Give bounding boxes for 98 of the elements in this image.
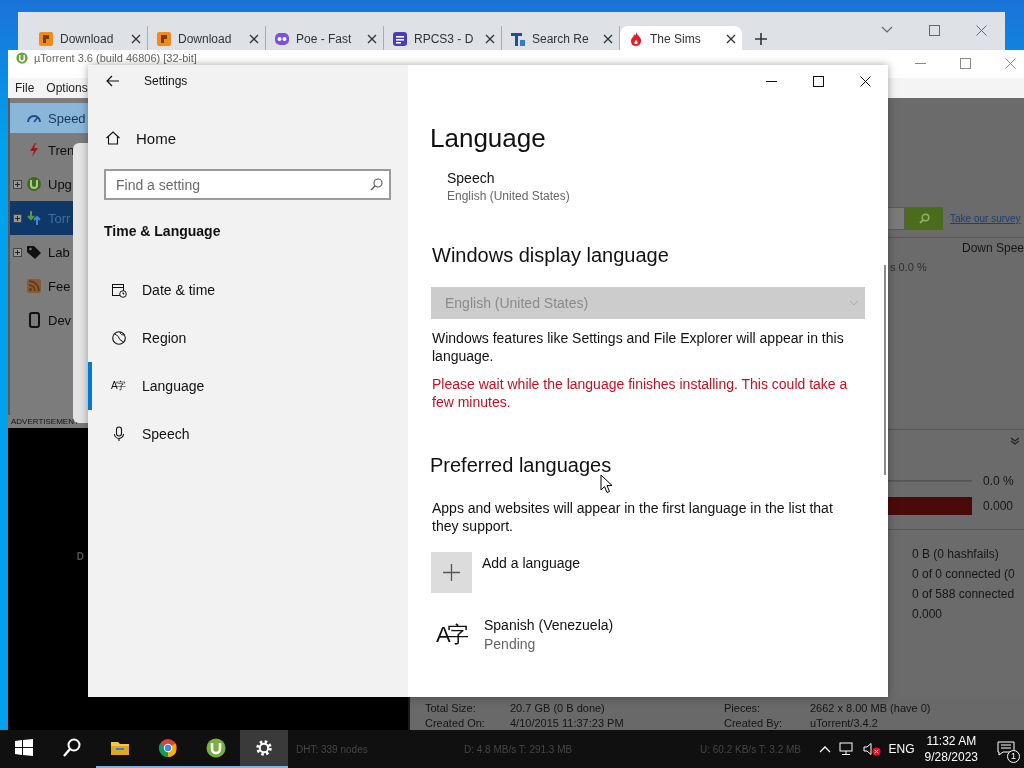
taskbar-button[interactable] <box>240 730 288 768</box>
info-value: 0.000 <box>912 606 944 623</box>
sidebar-item[interactable]: Lab <box>10 235 88 269</box>
language-name: Spanish (Venezuela) <box>484 616 614 634</box>
expand-icon[interactable] <box>13 247 22 257</box>
search-icon <box>370 178 383 191</box>
close-icon[interactable] <box>367 34 377 44</box>
info-value: 2662 x 8.00 MB (have 0) <box>810 702 932 714</box>
expand-icon[interactable] <box>13 213 22 223</box>
section-heading: Windows display language <box>432 243 669 268</box>
window-title: Settings <box>144 74 188 88</box>
close-icon[interactable] <box>131 34 141 44</box>
home-link[interactable]: Home <box>88 126 176 150</box>
info-label: Created By: <box>724 717 784 729</box>
add-language-button[interactable]: Add a language <box>431 552 581 593</box>
menu-item[interactable]: Options <box>46 81 88 95</box>
robot-icon <box>274 31 290 47</box>
info-value: 0 of 0 connected (0 <box>912 566 1016 583</box>
notification-button[interactable]: 1 <box>988 730 1024 768</box>
setting-value: English (United States) <box>447 188 570 205</box>
menu-item[interactable]: File <box>15 81 35 95</box>
chrome-icon <box>158 738 178 758</box>
document-icon <box>392 31 408 47</box>
browser-tab[interactable]: The Sims <box>620 26 742 52</box>
sidebar-item[interactable]: Speed <box>10 103 88 133</box>
microphone-icon <box>111 426 127 442</box>
setting-title[interactable]: Speech <box>447 169 570 187</box>
network-icon[interactable] <box>838 742 855 756</box>
message-icon <box>997 741 1015 757</box>
info-value: 20.7 GB (0 B done) <box>510 702 606 714</box>
sidebar-item[interactable]: Tren <box>10 133 88 167</box>
description-text: Windows features like Settings and File Explorer will appear in this language. <box>432 329 845 365</box>
chevron-down-icon <box>849 300 859 306</box>
calendar-clock-icon <box>111 282 127 298</box>
notification-badge: 1 <box>1007 750 1020 763</box>
utorrent-logo-icon <box>26 176 42 192</box>
search-field[interactable]: Find a setting <box>104 169 391 200</box>
gear-icon <box>254 738 274 758</box>
progress-reading: 0.0 % <box>983 474 1014 488</box>
close-icon[interactable] <box>485 34 495 44</box>
chevron-down-icon[interactable] <box>881 26 893 34</box>
nav-item[interactable]: Speech <box>88 410 408 458</box>
phone-icon <box>26 312 42 328</box>
info-value: 0 B (0 hashfails) <box>912 546 1000 563</box>
square-logo-icon <box>38 31 54 47</box>
search-icon <box>918 213 930 224</box>
back-arrow-icon[interactable] <box>106 75 120 87</box>
arrows-icon <box>26 210 42 226</box>
clock[interactable]: 11:32 AM 9/28/2023 <box>922 733 980 765</box>
info-value: 0 of 588 connected <box>912 586 1016 603</box>
maximize-icon[interactable] <box>813 75 824 87</box>
nav-item[interactable]: Date & time <box>88 266 408 314</box>
advertisement-text: D <box>76 550 85 562</box>
section-heading: Preferred languages <box>430 453 612 478</box>
sidebar-item[interactable]: Dev <box>10 303 88 337</box>
windows-logo-icon <box>14 738 34 758</box>
language-indicator[interactable]: ENG <box>888 742 915 756</box>
language-item[interactable]: A字 Spanish (Venezuela) Pending <box>436 616 614 654</box>
scrollbar[interactable] <box>884 265 886 475</box>
info-label: Created On: <box>425 717 486 729</box>
page-heading: Language <box>430 122 546 155</box>
search-icon <box>62 738 82 758</box>
rss-icon <box>26 278 42 294</box>
close-icon[interactable] <box>860 75 871 87</box>
tag-icon <box>26 244 42 260</box>
window-title: µTorrent 3.6 (build 46806) [32-bit] <box>34 52 197 64</box>
globe-icon <box>111 330 127 346</box>
section-title: Time & Language <box>104 222 222 241</box>
utorrent-logo-icon <box>206 738 226 758</box>
language-icon: A字 <box>111 379 127 393</box>
info-label: Pieces: <box>724 702 762 714</box>
info-label: Total Size: <box>425 702 477 714</box>
cursor-icon <box>600 474 613 494</box>
close-icon[interactable] <box>603 34 613 44</box>
search-field[interactable] <box>888 207 905 230</box>
plus-icon <box>431 552 472 593</box>
plus-icon[interactable] <box>754 32 768 46</box>
chevron-up-icon[interactable] <box>818 745 831 753</box>
info-value: 4/10/2015 11:37:23 PM <box>510 717 625 729</box>
nav-item[interactable]: A字 Language <box>88 362 408 410</box>
progress-reading: 0.000 <box>983 499 1014 513</box>
description-text: Apps and websites will appear in the first language in the list that they support. <box>432 499 834 535</box>
language-icon: A字 <box>436 620 472 650</box>
square-logo-icon <box>156 31 172 47</box>
tab-logo-icon <box>510 31 526 47</box>
language-status: Pending <box>484 635 537 654</box>
home-icon <box>105 130 121 146</box>
info-value: uTorrent/3.4.2 <box>810 717 879 729</box>
nav-item[interactable]: Region <box>88 314 408 362</box>
warning-text: Please wait while the language finishes installing. This could take a few minutes. <box>432 375 849 411</box>
speaker-icon[interactable] <box>862 742 881 756</box>
close-icon[interactable] <box>726 34 736 44</box>
sidebar-item[interactable]: Upg <box>10 167 88 201</box>
flame-icon <box>628 31 644 47</box>
close-icon[interactable] <box>249 34 259 44</box>
sidebar-item[interactable]: Fee <box>10 269 88 303</box>
expand-icon[interactable] <box>13 179 22 189</box>
chevron-down-icon[interactable] <box>1010 436 1020 445</box>
